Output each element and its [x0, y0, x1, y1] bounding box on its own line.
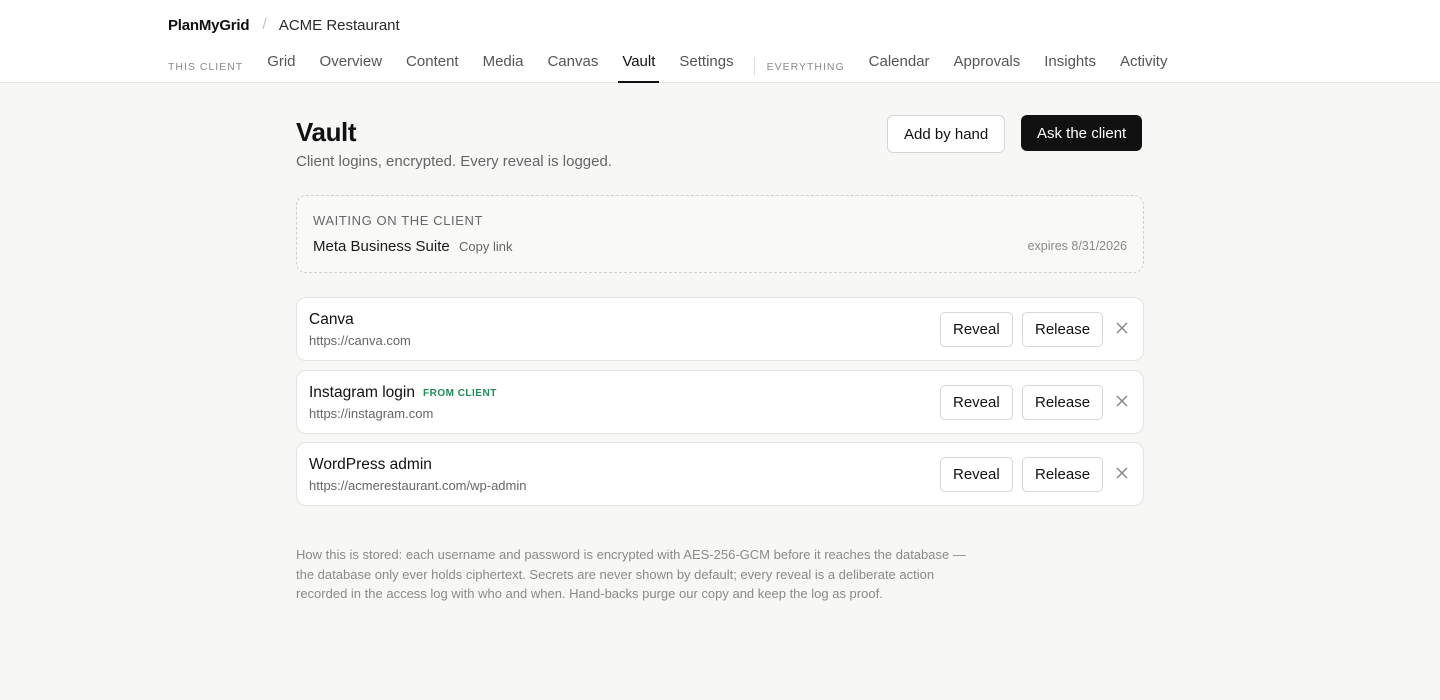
credential-row: Canva https://canva.com Reveal Release	[296, 297, 1144, 361]
release-button[interactable]: Release	[1022, 385, 1104, 420]
tab-calendar[interactable]: Calendar	[869, 52, 930, 83]
credential-url: https://instagram.com	[309, 406, 434, 421]
page-title: Vault	[296, 117, 357, 147]
add-by-hand-button[interactable]: Add by hand	[887, 115, 1006, 153]
breadcrumb: PlanMyGrid / ACME Restaurant	[168, 15, 400, 35]
credential-url: https://canva.com	[309, 333, 411, 348]
main-nav: THIS CLIENT Grid Overview Content Media …	[168, 52, 1179, 83]
from-client-badge: FROM CLIENT	[422, 387, 497, 399]
credential-url: https://acmerestaurant.com/wp-admin	[309, 478, 527, 493]
copy-link-button[interactable]: Copy link	[459, 239, 512, 254]
page-subtitle: Client logins, encrypted. Every reveal i…	[296, 153, 612, 170]
pending-section-label: WAITING ON THE CLIENT	[313, 213, 484, 228]
credential-name: WordPress admin	[309, 456, 432, 473]
tab-insights[interactable]: Insights	[1044, 52, 1096, 83]
release-button[interactable]: Release	[1022, 457, 1104, 492]
tab-media[interactable]: Media	[483, 52, 524, 83]
nav-group-label-this-client: THIS CLIENT	[168, 61, 244, 73]
tab-vault[interactable]: Vault	[618, 52, 660, 83]
pending-service-name: Meta Business Suite	[313, 238, 450, 255]
tab-overview[interactable]: Overview	[320, 52, 383, 83]
tab-canvas[interactable]: Canvas	[547, 52, 598, 83]
close-icon[interactable]	[1115, 321, 1129, 335]
nav-group-label-everything: EVERYTHING	[766, 61, 845, 73]
storage-footnote: How this is stored: each username and pa…	[296, 547, 966, 602]
release-button[interactable]: Release	[1022, 312, 1104, 347]
pending-expiry: expires 8/31/2026	[1027, 239, 1127, 253]
reveal-button[interactable]: Reveal	[940, 385, 1013, 420]
brand-logo[interactable]: PlanMyGrid	[168, 17, 250, 34]
close-icon[interactable]	[1115, 394, 1129, 408]
pending-request-card: WAITING ON THE CLIENT Meta Business Suit…	[296, 195, 1144, 273]
close-icon[interactable]	[1115, 466, 1129, 480]
tab-activity[interactable]: Activity	[1120, 52, 1168, 83]
client-name[interactable]: ACME Restaurant	[279, 17, 400, 34]
reveal-button[interactable]: Reveal	[940, 457, 1013, 492]
breadcrumb-separator: /	[262, 16, 267, 33]
tab-approvals[interactable]: Approvals	[954, 52, 1021, 83]
tab-settings[interactable]: Settings	[679, 52, 733, 83]
credential-row: WordPress admin https://acmerestaurant.c…	[296, 442, 1144, 506]
tab-grid[interactable]: Grid	[267, 52, 295, 83]
credential-name: Canva	[309, 311, 354, 328]
credential-row: Instagram login FROM CLIENT https://inst…	[296, 370, 1144, 434]
reveal-button[interactable]: Reveal	[940, 312, 1013, 347]
credential-name: Instagram login	[309, 384, 415, 401]
top-bar: PlanMyGrid / ACME Restaurant THIS CLIENT…	[0, 0, 1440, 83]
tab-content[interactable]: Content	[406, 52, 459, 83]
ask-client-button[interactable]: Ask the client	[1021, 115, 1143, 151]
nav-divider	[753, 57, 755, 75]
